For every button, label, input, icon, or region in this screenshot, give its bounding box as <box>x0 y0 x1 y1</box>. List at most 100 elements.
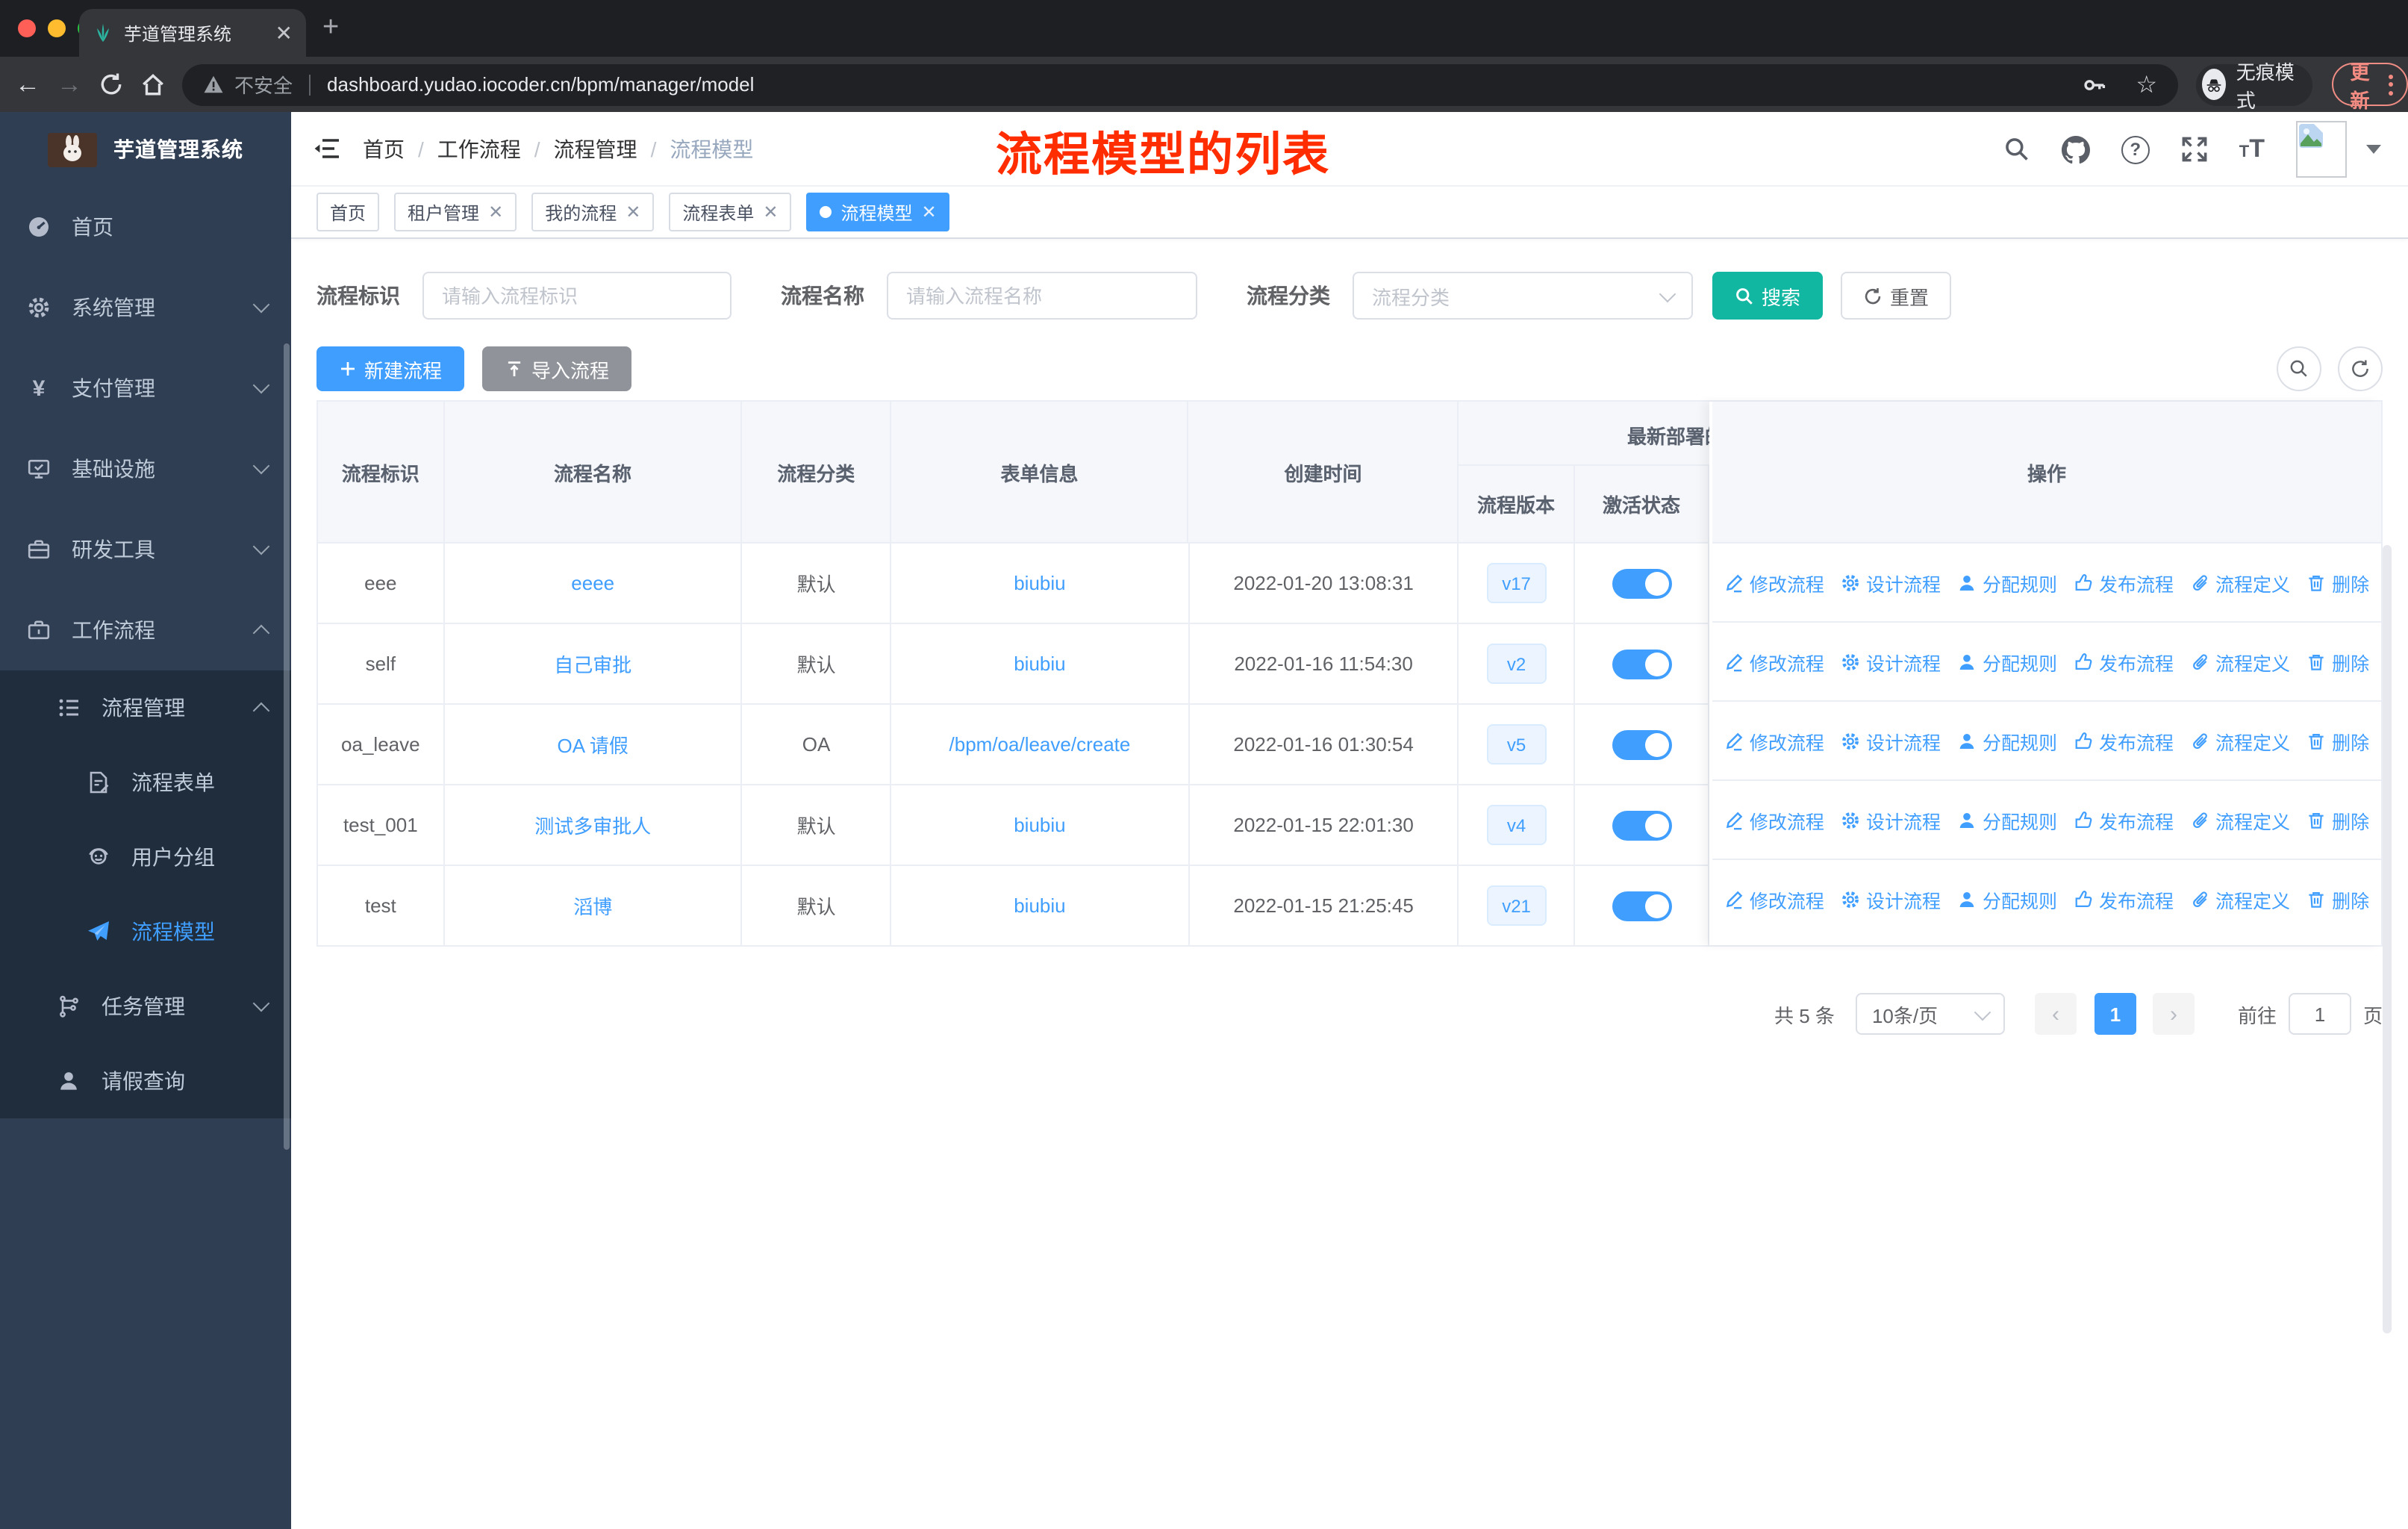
form-link[interactable]: /bpm/oa/leave/create <box>949 733 1131 756</box>
publish-process-link[interactable]: 发布流程 <box>2074 647 2174 676</box>
github-icon[interactable] <box>2061 135 2090 164</box>
breadcrumb-home[interactable]: 首页 <box>363 134 405 164</box>
process-definition-link[interactable]: 流程定义 <box>2190 568 2290 597</box>
breadcrumb-process-management[interactable]: 流程管理 <box>554 134 637 164</box>
browser-menu-icon[interactable] <box>2389 74 2393 95</box>
sidebar-item-user-group[interactable]: 用户分组 <box>0 820 291 894</box>
new-tab-button[interactable]: + <box>322 13 339 42</box>
sidebar-item-process-management[interactable]: 流程管理 <box>0 670 291 745</box>
prev-page-button[interactable]: ‹ <box>2034 993 2077 1035</box>
browser-tab[interactable]: 芋道管理系统 ✕ <box>79 9 306 57</box>
font-size-icon[interactable]: TT <box>2239 134 2265 164</box>
next-page-button[interactable]: › <box>2152 993 2195 1035</box>
tag-home[interactable]: 首页 <box>316 193 380 231</box>
page-1-button[interactable]: 1 <box>2094 993 2136 1035</box>
model-name-link[interactable]: eeee <box>571 572 614 594</box>
create-process-button[interactable]: 新建流程 <box>316 346 465 391</box>
page-size-select[interactable]: 10条/页 <box>1855 993 2005 1035</box>
reset-button[interactable]: 重置 <box>1841 272 1952 320</box>
model-name-link[interactable]: 滔博 <box>573 891 612 920</box>
filter-category-select[interactable]: 流程分类 <box>1353 272 1693 320</box>
sidebar-item-payment[interactable]: ¥ 支付管理 <box>0 348 291 429</box>
table-scrollbar[interactable] <box>2383 545 2392 1333</box>
sidebar-item-home[interactable]: 首页 <box>0 187 291 267</box>
modify-process-link[interactable]: 修改流程 <box>1724 647 1824 676</box>
filter-name-input[interactable] <box>887 272 1197 320</box>
delete-link[interactable]: 删除 <box>2306 806 2369 834</box>
sidebar-item-devtools[interactable]: 研发工具 <box>0 509 291 590</box>
sidebar-item-infrastructure[interactable]: 基础设施 <box>0 429 291 509</box>
active-toggle[interactable] <box>1612 810 1672 840</box>
update-button[interactable]: 更新 <box>2332 60 2408 111</box>
delete-link[interactable]: 删除 <box>2306 647 2369 676</box>
forward-button[interactable]: → <box>57 69 82 99</box>
search-icon[interactable] <box>2003 136 2030 163</box>
delete-link[interactable]: 删除 <box>2306 885 2369 913</box>
delete-link[interactable]: 删除 <box>2306 568 2369 597</box>
back-button[interactable]: ← <box>15 69 40 99</box>
bookmark-star-icon[interactable]: ☆ <box>2136 69 2157 99</box>
design-process-link[interactable]: 设计流程 <box>1841 885 1941 913</box>
version-badge[interactable]: v2 <box>1486 644 1547 684</box>
breadcrumb-workflow[interactable]: 工作流程 <box>437 134 521 164</box>
process-definition-link[interactable]: 流程定义 <box>2190 885 2290 913</box>
tag-process-model[interactable]: 流程模型 ✕ <box>806 193 950 231</box>
form-link[interactable]: biubiu <box>1014 894 1065 917</box>
tag-my-process[interactable]: 我的流程 ✕ <box>531 193 655 231</box>
avatar-caret-icon[interactable] <box>2366 145 2381 154</box>
model-name-link[interactable]: 自己审批 <box>554 650 631 678</box>
assign-rule-link[interactable]: 分配规则 <box>1957 806 2057 834</box>
publish-process-link[interactable]: 发布流程 <box>2074 885 2174 913</box>
assign-rule-link[interactable]: 分配规则 <box>1957 647 2057 676</box>
help-icon[interactable]: ? <box>2121 135 2150 164</box>
active-toggle[interactable] <box>1612 568 1672 598</box>
design-process-link[interactable]: 设计流程 <box>1841 726 1941 755</box>
active-toggle[interactable] <box>1612 649 1672 679</box>
sidebar-item-workflow[interactable]: 工作流程 <box>0 590 291 670</box>
close-icon[interactable]: ✕ <box>626 202 640 222</box>
assign-rule-link[interactable]: 分配规则 <box>1957 568 2057 597</box>
version-badge[interactable]: v4 <box>1486 805 1547 845</box>
goto-page-input[interactable] <box>2288 993 2351 1035</box>
password-key-icon[interactable] <box>2080 71 2107 98</box>
refresh-button[interactable] <box>2338 346 2383 391</box>
minimize-window-icon[interactable] <box>48 19 66 37</box>
form-link[interactable]: biubiu <box>1014 653 1065 675</box>
tag-tenant[interactable]: 租户管理 ✕ <box>394 193 517 231</box>
design-process-link[interactable]: 设计流程 <box>1841 806 1941 834</box>
fullscreen-icon[interactable] <box>2181 136 2208 163</box>
version-badge[interactable]: v21 <box>1486 885 1547 926</box>
address-bar[interactable]: 不安全 dashboard.yudao.iocoder.cn/bpm/manag… <box>182 63 2178 105</box>
delete-link[interactable]: 删除 <box>2306 726 2369 755</box>
publish-process-link[interactable]: 发布流程 <box>2074 568 2174 597</box>
active-toggle[interactable] <box>1612 891 1672 921</box>
process-definition-link[interactable]: 流程定义 <box>2190 806 2290 834</box>
sidebar-item-task-management[interactable]: 任务管理 <box>0 969 291 1044</box>
model-name-link[interactable]: OA 请假 <box>558 730 628 759</box>
import-process-button[interactable]: 导入流程 <box>482 346 632 391</box>
filter-key-input[interactable] <box>422 272 732 320</box>
assign-rule-link[interactable]: 分配规则 <box>1957 726 2057 755</box>
assign-rule-link[interactable]: 分配规则 <box>1957 885 2057 913</box>
process-definition-link[interactable]: 流程定义 <box>2190 726 2290 755</box>
version-badge[interactable]: v17 <box>1486 563 1547 603</box>
modify-process-link[interactable]: 修改流程 <box>1724 568 1824 597</box>
reload-button[interactable] <box>99 72 124 97</box>
process-definition-link[interactable]: 流程定义 <box>2190 647 2290 676</box>
close-icon[interactable]: ✕ <box>488 202 503 222</box>
form-link[interactable]: biubiu <box>1014 814 1065 836</box>
sidebar-item-process-model[interactable]: 流程模型 <box>0 894 291 969</box>
close-icon[interactable]: ✕ <box>763 202 778 222</box>
search-button[interactable]: 搜索 <box>1712 272 1824 320</box>
sidebar-item-process-form[interactable]: 流程表单 <box>0 745 291 820</box>
avatar[interactable] <box>2296 121 2347 178</box>
model-name-link[interactable]: 测试多审批人 <box>534 811 651 839</box>
design-process-link[interactable]: 设计流程 <box>1841 568 1941 597</box>
design-process-link[interactable]: 设计流程 <box>1841 647 1941 676</box>
publish-process-link[interactable]: 发布流程 <box>2074 806 2174 834</box>
collapse-sidebar-icon[interactable] <box>314 137 339 160</box>
tab-close-icon[interactable]: ✕ <box>275 22 293 43</box>
show-search-button[interactable] <box>2277 346 2321 391</box>
version-badge[interactable]: v5 <box>1486 724 1547 764</box>
active-toggle[interactable] <box>1612 729 1672 759</box>
